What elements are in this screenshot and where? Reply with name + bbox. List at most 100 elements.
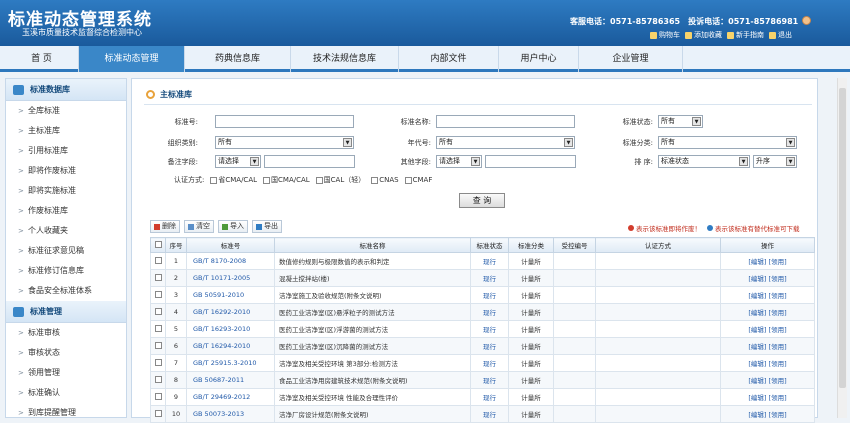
sidebar-item-borrow[interactable]: > 领用管理: [6, 363, 126, 383]
row-checkbox[interactable]: [154, 324, 162, 332]
row-checkbox[interactable]: [154, 409, 162, 417]
row-actions[interactable]: [编辑] [领用]: [720, 405, 815, 423]
row-code-link[interactable]: GB/T 8170-2008: [186, 252, 275, 270]
row-checkbox[interactable]: [154, 375, 162, 383]
row-actions[interactable]: [编辑] [领用]: [720, 252, 815, 270]
row-checkbox[interactable]: [154, 307, 162, 315]
row-actions[interactable]: [编辑] [领用]: [720, 303, 815, 321]
sidebar-item-review-status[interactable]: > 审核状态: [6, 343, 126, 363]
other-select[interactable]: 请选择 ▼: [436, 155, 482, 168]
tab-internal-docs[interactable]: 内部文件: [399, 46, 499, 72]
row-code-link[interactable]: GB/T 10171-2005: [186, 269, 275, 287]
chevron-right-icon: >: [18, 167, 24, 175]
org-select[interactable]: 所有 ▼: [215, 136, 354, 149]
cert-option-national-cma[interactable]: 国CMA/CAL: [263, 175, 310, 185]
sidebar-section-management[interactable]: 标准管理: [6, 301, 126, 323]
row-checkbox[interactable]: [154, 358, 162, 366]
tab-enterprise[interactable]: 企业管理: [579, 46, 683, 72]
sidebar-item-food-safety[interactable]: > 食品安全标准体系: [6, 281, 126, 301]
sort-field-select[interactable]: 标准状态 ▼: [658, 155, 750, 168]
row-code-link[interactable]: GB/T 16294-2010: [186, 337, 275, 355]
sidebar-item-confirm[interactable]: > 标准确认: [6, 383, 126, 403]
chevron-right-icon: >: [18, 127, 24, 135]
sidebar-item-all[interactable]: > 全库标准: [6, 101, 126, 121]
row-checkbox[interactable]: [154, 392, 162, 400]
row-code-link[interactable]: GB 50073-2013: [186, 405, 275, 423]
sidebar-item-referenced[interactable]: > 引用标准库: [6, 141, 126, 161]
row-checkbox[interactable]: [154, 341, 162, 349]
sidebar-item-void[interactable]: > 作废标准库: [6, 201, 126, 221]
legend: 表示该标准即将作废！ 表示该标准有替代标准可下载: [628, 223, 800, 233]
std-name-input[interactable]: [436, 115, 575, 128]
row-checkbox[interactable]: [154, 273, 162, 281]
row-no: 1: [165, 252, 187, 270]
chevron-right-icon: >: [18, 187, 24, 195]
row-cert: [595, 405, 721, 423]
row-code-link[interactable]: GB/T 16293-2010: [186, 320, 275, 338]
scrollbar-thumb[interactable]: [839, 88, 846, 388]
row-actions[interactable]: [编辑] [领用]: [720, 269, 815, 287]
query-button[interactable]: 查 询: [459, 193, 505, 208]
checkbox[interactable]: [371, 176, 379, 184]
table-row: 3 GB 50591-2010 洁净室施工及验收规范(附条文说明) 现行 计量所 [编辑]…: [150, 286, 815, 304]
select-all-checkbox[interactable]: [154, 240, 162, 248]
sidebar-item-revisions[interactable]: > 标准修订信息库: [6, 261, 126, 281]
favorite-link[interactable]: 添加收藏: [685, 30, 722, 40]
guide-link[interactable]: 新手指南: [727, 30, 764, 40]
export-button[interactable]: 导出: [252, 220, 282, 233]
cert-option-cmaf[interactable]: CMAF: [404, 176, 432, 184]
sidebar-item-soon-effective[interactable]: > 即将实施标准: [6, 181, 126, 201]
import-button[interactable]: 导入: [218, 220, 248, 233]
cert-option-national-cal-light[interactable]: 国CAL（轻）: [315, 175, 365, 185]
row-checkbox[interactable]: [154, 256, 162, 264]
column-header-select[interactable]: [150, 237, 166, 253]
row-actions[interactable]: [编辑] [领用]: [720, 337, 815, 355]
row-actions[interactable]: [编辑] [领用]: [720, 286, 815, 304]
clear-button[interactable]: 清空: [184, 220, 214, 233]
tab-standard-dynamic[interactable]: 标准动态管理: [79, 46, 185, 72]
year-select[interactable]: 所有 ▼: [436, 136, 575, 149]
remark-input[interactable]: [264, 155, 355, 168]
sidebar-section-standard-db[interactable]: 标准数据库: [6, 79, 126, 101]
sidebar-item-favorites[interactable]: > 个人收藏夹: [6, 221, 126, 241]
sidebar-item-review[interactable]: > 标准审核: [6, 323, 126, 343]
row-code-link[interactable]: GB 50687-2011: [186, 371, 275, 389]
checkbox[interactable]: [210, 176, 218, 184]
row-actions[interactable]: [编辑] [领用]: [720, 371, 815, 389]
cert-option-provincial-cma[interactable]: 省CMA/CAL: [210, 175, 257, 185]
std-state-select[interactable]: 所有 ▼: [658, 115, 703, 128]
sort-direction-select[interactable]: 升序 ▼: [753, 155, 797, 168]
row-checkbox[interactable]: [154, 290, 162, 298]
row-code-link[interactable]: GB/T 25915.3-2010: [186, 354, 275, 372]
sidebar-item-soon-void[interactable]: > 即将作废标准: [6, 161, 126, 181]
table-row: 8 GB 50687-2011 食品工业洁净用房建筑技术规范(附条文说明) 现行 计量所…: [150, 371, 815, 389]
delete-button[interactable]: 删除: [150, 220, 180, 233]
row-code-link[interactable]: GB/T 29469-2012: [186, 388, 275, 406]
std-no-input[interactable]: [215, 115, 354, 128]
row-code-link[interactable]: GB 50591-2010: [186, 286, 275, 304]
row-actions[interactable]: [编辑] [领用]: [720, 354, 815, 372]
tab-regulations[interactable]: 技术法规信息库: [291, 46, 399, 72]
row-actions[interactable]: [编辑] [领用]: [720, 320, 815, 338]
sidebar-item-main[interactable]: > 主标准库: [6, 121, 126, 141]
row-code-link[interactable]: GB/T 16292-2010: [186, 303, 275, 321]
tab-user-center[interactable]: 用户中心: [499, 46, 579, 72]
category-select[interactable]: 所有 ▼: [658, 136, 797, 149]
row-actions[interactable]: [编辑] [领用]: [720, 388, 815, 406]
checkbox[interactable]: [404, 176, 412, 184]
remark-select[interactable]: 请选择 ▼: [215, 155, 261, 168]
row-state: 现行: [470, 286, 509, 304]
cart-link[interactable]: 购物车: [650, 30, 680, 40]
other-input[interactable]: [485, 155, 576, 168]
scrollbar[interactable]: [837, 78, 847, 418]
sidebar-item-drafts[interactable]: > 标准征求意见稿: [6, 241, 126, 261]
user-icon[interactable]: [802, 16, 811, 25]
complaint-phone: 投诉电话：0571-85786981: [688, 17, 799, 26]
checkbox[interactable]: [263, 176, 271, 184]
tab-home[interactable]: 首 页: [5, 46, 79, 72]
cert-option-cnas[interactable]: CNAS: [371, 176, 399, 184]
logout-link[interactable]: 退出: [769, 30, 792, 40]
checkbox[interactable]: [315, 176, 323, 184]
sidebar-item-arrival-reminder[interactable]: > 到库提醒管理: [6, 403, 126, 423]
tab-pharmacopoeia[interactable]: 药典信息库: [185, 46, 291, 72]
